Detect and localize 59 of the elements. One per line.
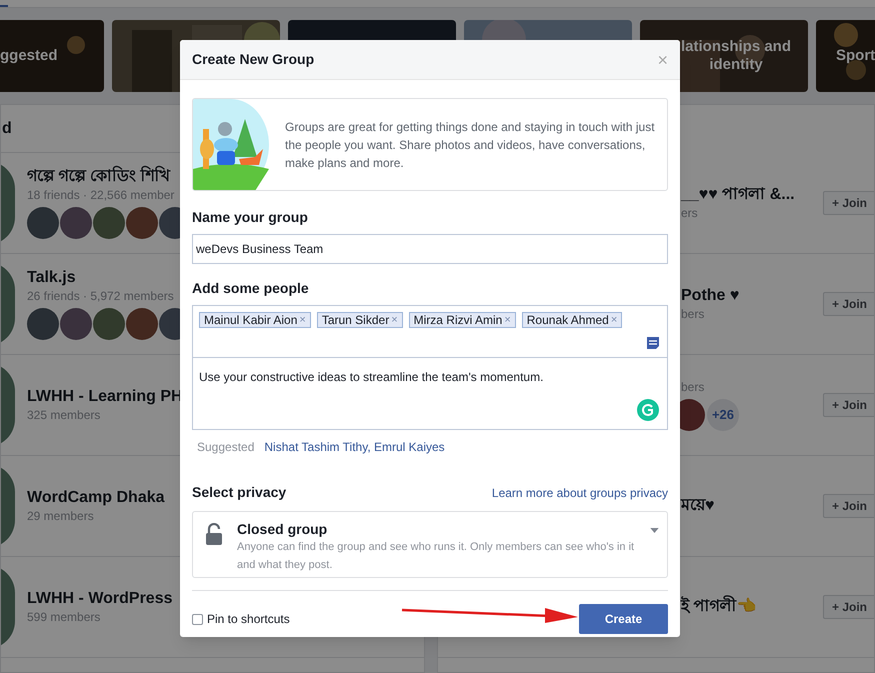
token-name: Mirza Rizvi Amin: [414, 314, 502, 326]
person-token[interactable]: Mainul Kabir Aion ×: [199, 312, 311, 328]
group-name[interactable]: ময়ে♥: [681, 496, 823, 516]
pin-checkbox[interactable]: [192, 614, 203, 624]
token-name: Tarun Sikder: [322, 314, 390, 326]
group-name[interactable]: LWHH - WordPress: [27, 589, 172, 609]
field-label: Add some people: [192, 279, 310, 298]
people-field[interactable]: Mainul Kabir Aion × Tarun Sikder × Mirza Rizvi Amin × Rounak Ahmed ×: [193, 306, 667, 358]
avatar: [93, 207, 125, 239]
note-icon[interactable]: [646, 336, 660, 350]
suggested-names[interactable]: Nishat Tashim Tithy, Emrul Kaiyes: [264, 440, 445, 454]
avatar: [60, 308, 92, 340]
group-name[interactable]: __♥♥ পাগলা &...: [681, 185, 823, 205]
suggested-label: Suggested: [197, 440, 254, 454]
lock-icon: [205, 523, 223, 545]
avatar: [60, 207, 92, 239]
more-count[interactable]: +26: [707, 399, 739, 431]
group-meta: 18 friends · 22,566 member: [27, 187, 176, 203]
token-name: Rounak Ahmed: [526, 314, 609, 326]
section-heading: d: [1, 118, 12, 138]
create-button[interactable]: Create: [579, 604, 668, 634]
intro-text: Groups are great for getting things done and staying in touch with just the people you want. Share photos and videos, have conversations, make plans and more.: [284, 118, 656, 172]
message-field[interactable]: Use your constructive ideas to streamline the team's momentum.: [193, 358, 667, 429]
avatar: [27, 308, 59, 340]
privacy-link[interactable]: Learn more about groups privacy: [492, 484, 668, 502]
checkbox-label: Pin to shortcuts: [207, 611, 290, 628]
avatar: [27, 207, 59, 239]
person-token[interactable]: Tarun Sikder ×: [316, 312, 403, 328]
privacy-description: Anyone can find the group and see who runs it. Only members can see who's in it and what they post.: [237, 540, 636, 573]
dialog-title: Create New Group: [192, 50, 314, 69]
group-meta: ers: [681, 205, 699, 221]
join-button[interactable]: + Join: [822, 494, 874, 518]
avatar: [93, 308, 125, 340]
group-meta: 599 members: [27, 609, 102, 625]
group-meta: bers: [681, 379, 706, 395]
join-button[interactable]: + Join: [822, 191, 874, 215]
avatar: [126, 207, 158, 239]
privacy-title: Closed group: [237, 520, 328, 538]
person-token[interactable]: Rounak Ahmed ×: [522, 312, 622, 328]
group-name[interactable]: ই পাগলী👈: [681, 597, 823, 617]
join-button[interactable]: + Join: [822, 595, 874, 619]
field-label: Select privacy: [192, 483, 286, 502]
group-meta: 325 members: [27, 407, 102, 423]
group-name[interactable]: WordCamp Dhaka: [27, 488, 165, 508]
group-meta: bers: [681, 306, 706, 322]
token-name: Mainul Kabir Aion: [204, 314, 298, 326]
group-meta: 29 members: [27, 508, 95, 524]
group-meta: 26 friends · 5,972 members: [27, 288, 175, 304]
join-button[interactable]: + Join: [822, 292, 874, 316]
message-text: Use your constructive ideas to streamline the team's momentum.: [199, 370, 544, 384]
caret-icon: [650, 528, 659, 533]
field-label: Name your group: [192, 208, 309, 227]
name-field[interactable]: weDevs Business Team: [192, 234, 668, 264]
person-token[interactable]: Mirza Rizvi Amin ×: [408, 312, 516, 328]
group-name[interactable]: Pothe ♥: [681, 286, 823, 306]
avatar: [126, 308, 158, 340]
privacy-dropdown[interactable]: Closed group Anyone can find the group and see who runs it. Only members can see who's in it and what they post.: [192, 511, 668, 578]
refresh-icon[interactable]: [637, 399, 659, 421]
join-button[interactable]: + Join: [822, 393, 874, 417]
